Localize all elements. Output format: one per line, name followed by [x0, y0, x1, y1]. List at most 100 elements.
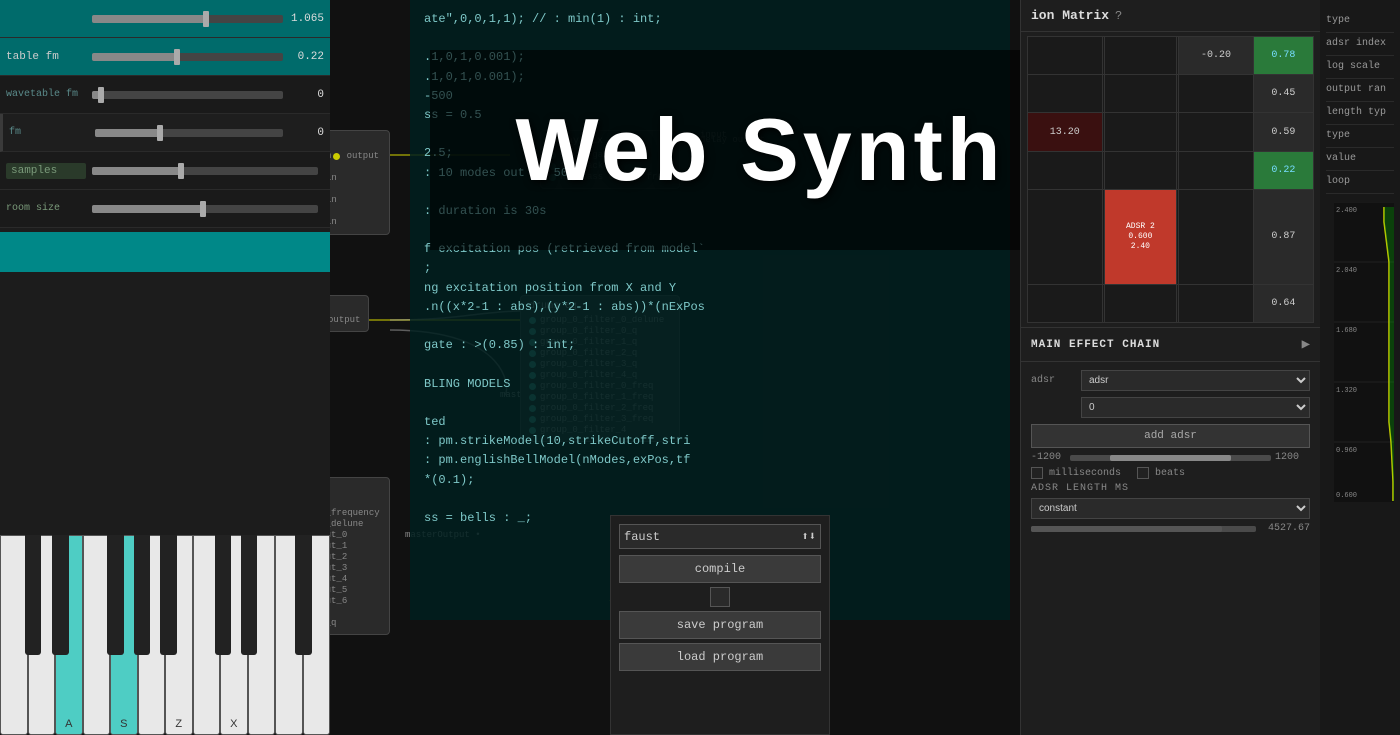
synth-row-5: samples	[0, 152, 330, 190]
matrix-row-0: -0.20 0.78	[1028, 37, 1314, 75]
synth-row-6: room size	[0, 190, 330, 228]
black-key-fs2[interactable]	[295, 535, 312, 655]
black-key-ds[interactable]	[52, 535, 69, 655]
faust-panel: faust ⬆⬇ compile save program load progr…	[610, 515, 830, 735]
slider-2[interactable]	[92, 53, 283, 61]
faust-dropdown-value: faust	[624, 530, 660, 544]
mc-2-0[interactable]: 13.20	[1028, 113, 1103, 151]
row-value-1: 1.065	[289, 13, 324, 25]
compile-button[interactable]: compile	[619, 555, 821, 583]
black-key-ds2[interactable]	[241, 535, 258, 655]
const-fill	[1031, 526, 1222, 532]
sidebar-label-adsr-index: adsr index	[1326, 33, 1394, 56]
mc-5-0[interactable]	[1028, 284, 1103, 322]
mc-3-5[interactable]: 0.22	[1253, 151, 1313, 189]
slider-3[interactable]	[92, 91, 283, 99]
const-value: 4527.67	[1260, 523, 1310, 534]
key-label-x: X	[230, 718, 237, 730]
add-adsr-button[interactable]: add adsr	[1031, 424, 1310, 448]
mc-1-0[interactable]	[1028, 75, 1103, 113]
save-button[interactable]: save program	[619, 611, 821, 639]
matrix-row-5: 0.64	[1028, 284, 1314, 322]
mc-1-2[interactable]	[1105, 75, 1177, 113]
checkbox-row: milliseconds beats	[1031, 467, 1310, 479]
const-track[interactable]	[1031, 526, 1256, 532]
svg-text:2.040: 2.040	[1336, 267, 1357, 275]
mc-0-4[interactable]: -0.20	[1179, 37, 1254, 75]
sidebar-label-type: type	[1326, 10, 1394, 33]
sidebar-label-type2: type	[1326, 125, 1394, 148]
faust-dropdown[interactable]: faust ⬆⬇	[619, 524, 821, 549]
mc-3-2[interactable]	[1105, 151, 1177, 189]
row-label-6: room size	[6, 203, 86, 214]
mc-2-4[interactable]	[1179, 113, 1254, 151]
right-panel: ion Matrix ? -0.20 0.78	[1020, 0, 1400, 735]
help-icon[interactable]: ?	[1115, 9, 1122, 23]
mc-2-5[interactable]: 0.59	[1253, 113, 1313, 151]
mc-0-2[interactable]	[1105, 37, 1177, 75]
sidebar-label-value: value	[1326, 148, 1394, 171]
milliseconds-label: milliseconds	[1049, 468, 1121, 479]
left-panel: 1.065 table fm 0.22 wavetable fm 0 fm 0 …	[0, 0, 330, 735]
effect-chain-header: MAIN EFFECT CHAIN ▶	[1021, 327, 1320, 362]
play-icon[interactable]: ▶	[1302, 336, 1310, 353]
effect-controls: adsr adsr 0 add adsr -1200 1200	[1021, 362, 1320, 542]
middle-area: Mixer Master Gain output Input 0 Input 0…	[210, 0, 1080, 735]
black-key-cs2[interactable]	[215, 535, 232, 655]
mc-1-5[interactable]: 0.45	[1253, 75, 1313, 113]
white-key-c[interactable]	[0, 535, 28, 735]
black-key-gs[interactable]	[134, 535, 151, 655]
mc-5-2[interactable]	[1105, 284, 1177, 322]
mc-4-2[interactable]: ADSR 20.6002.40	[1105, 189, 1177, 284]
mc-5-5[interactable]: 0.64	[1253, 284, 1313, 322]
zero-select[interactable]: 0	[1081, 397, 1310, 418]
range-track[interactable]	[1070, 455, 1271, 461]
mc-4-5[interactable]: 0.87	[1253, 189, 1313, 284]
slider-6[interactable]	[92, 205, 318, 213]
mc-4-0[interactable]	[1028, 189, 1103, 284]
mc-0-5[interactable]: 0.78	[1253, 37, 1313, 75]
matrix-title: ion Matrix	[1031, 8, 1109, 23]
mc-1-4[interactable]	[1179, 75, 1254, 113]
slider-4[interactable]	[95, 129, 283, 137]
key-label-a: A	[65, 718, 72, 730]
constant-select[interactable]: constant	[1031, 498, 1310, 519]
synth-row-1: 1.065	[0, 0, 330, 38]
adsr-select[interactable]: adsr	[1081, 370, 1310, 391]
title-overlay: Web Synth	[430, 50, 1080, 250]
mc-3-0[interactable]	[1028, 151, 1103, 189]
svg-text:1.320: 1.320	[1336, 387, 1357, 395]
right-main: ion Matrix ? -0.20 0.78	[1021, 0, 1320, 735]
black-key-cs[interactable]	[25, 535, 42, 655]
piano-keys: A S Z X	[0, 535, 330, 735]
mc-0-0[interactable]	[1028, 37, 1103, 75]
matrix-row-2: 13.20 0.59	[1028, 113, 1314, 151]
beats-label: beats	[1155, 468, 1185, 479]
black-key-fs[interactable]	[107, 535, 124, 655]
key-label-s: S	[120, 718, 127, 730]
range-row: -1200 1200	[1031, 452, 1310, 463]
slider-1[interactable]	[92, 15, 283, 23]
matrix-row-3: 0.22	[1028, 151, 1314, 189]
svg-text:0.960: 0.960	[1336, 447, 1357, 455]
adsr-label: adsr	[1031, 375, 1081, 386]
row-value-3: 0	[289, 89, 324, 101]
beats-checkbox[interactable]	[1137, 467, 1149, 479]
load-button[interactable]: load program	[619, 643, 821, 671]
sidebar-label-loop: loop	[1326, 171, 1394, 194]
black-key-as[interactable]	[160, 535, 177, 655]
mc-4-4[interactable]	[1179, 189, 1254, 284]
mc-2-2[interactable]	[1105, 113, 1177, 151]
row-label-2: table fm	[6, 51, 86, 63]
matrix-header: ion Matrix ?	[1021, 0, 1320, 32]
slider-5[interactable]	[92, 167, 318, 175]
piano-keyboard[interactable]: A S Z X	[0, 535, 330, 735]
white-key-f[interactable]	[83, 535, 111, 735]
matrix-container: -0.20 0.78 0.45 13.20 0.5	[1021, 32, 1320, 327]
synth-row-4: fm 0	[0, 114, 330, 152]
milliseconds-checkbox[interactable]	[1031, 467, 1043, 479]
mc-3-4[interactable]	[1179, 151, 1254, 189]
mc-5-4[interactable]	[1179, 284, 1254, 322]
effect-chain-title: MAIN EFFECT CHAIN	[1031, 339, 1160, 351]
faust-checkbox[interactable]	[710, 587, 730, 607]
